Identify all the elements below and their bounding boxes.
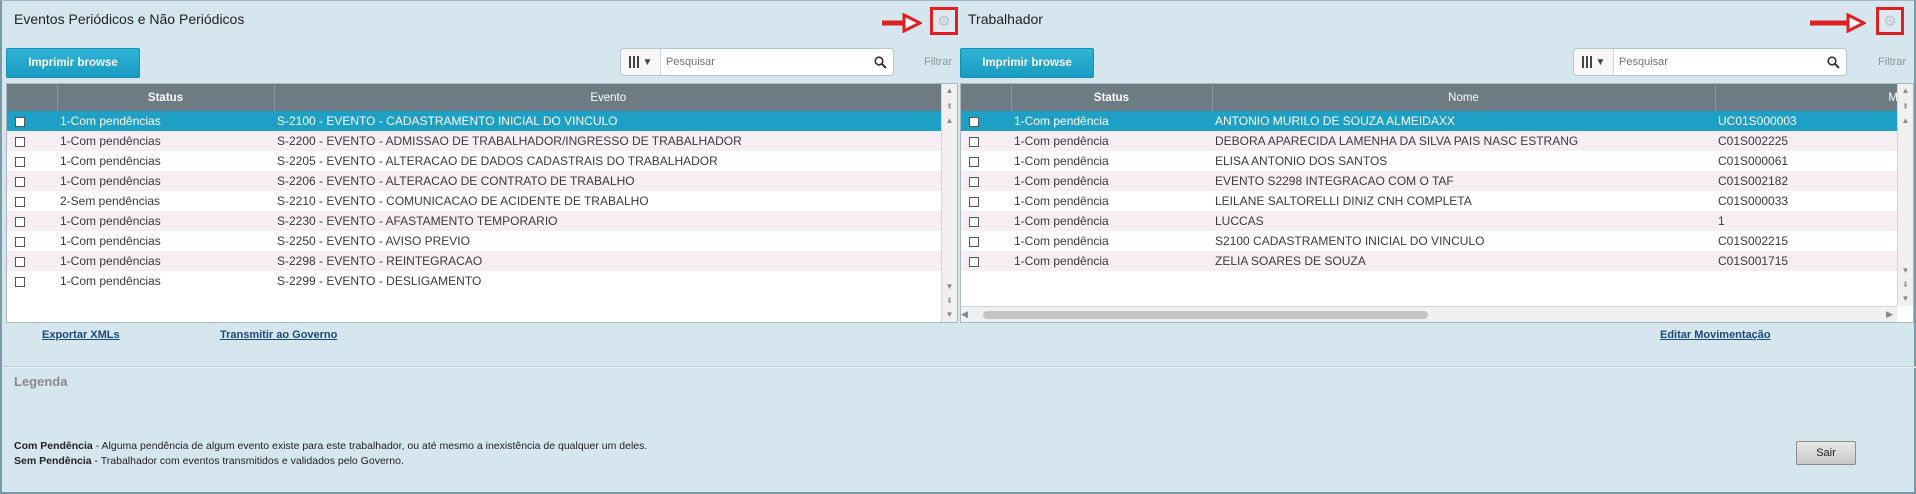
row-checkbox[interactable]	[969, 156, 979, 167]
table-row[interactable]: 1-Com pendência ELISA ANTONIO DOS SANTOS C…	[961, 151, 1913, 171]
right-search-box: ▼	[1573, 48, 1847, 76]
left-config-gear-icon[interactable]: ⚙	[930, 7, 958, 35]
right-config-gear-icon[interactable]: ⚙	[1876, 7, 1904, 35]
left-panel-title: Eventos Periódicos e Não Periódicos	[14, 11, 245, 27]
right-header-status[interactable]: Status	[1011, 84, 1213, 111]
table-row[interactable]: 1-Com pendência LEILANE SALTORELLI DINIZ …	[961, 191, 1913, 211]
left-filter-label[interactable]: Filtrar	[924, 56, 952, 68]
table-row[interactable]: 1-Com pendência EVENTO S2298 INTEGRACAO C…	[961, 171, 1913, 191]
table-row[interactable]: 1-Com pendência DEBORA APARECIDA LAMENHA …	[961, 131, 1913, 151]
row-checkbox[interactable]	[969, 236, 979, 247]
right-header-nome[interactable]: Nome	[1212, 84, 1716, 111]
row-checkbox[interactable]	[15, 276, 25, 287]
columns-icon[interactable]: ▼	[1574, 49, 1614, 75]
row-checkbox[interactable]	[15, 236, 25, 247]
right-header-check	[961, 84, 1012, 111]
right-print-browse-button[interactable]: Imprimir browse	[960, 48, 1094, 78]
right-vertical-scrollbar[interactable]: ▲ ⇞ ▲ ▼ ⇟ ▼	[1897, 84, 1913, 306]
divider	[4, 366, 1916, 368]
columns-icon[interactable]: ▼	[621, 49, 661, 75]
right-workers-grid: Status Nome M 1-Com pendência ANTONIO MUR…	[960, 83, 1914, 323]
row-checkbox[interactable]	[15, 256, 25, 267]
right-filter-label[interactable]: Filtrar	[1878, 56, 1906, 68]
row-checkbox[interactable]	[15, 216, 25, 227]
table-row[interactable]: 1-Com pendências S-2298 - EVENTO - REINTE…	[7, 251, 943, 271]
row-checkbox[interactable]	[969, 116, 979, 127]
left-search-box: ▼	[620, 48, 894, 76]
table-row[interactable]: 1-Com pendências S-2200 - EVENTO - ADMISS…	[7, 131, 943, 151]
row-checkbox[interactable]	[969, 256, 979, 267]
legend-title: Legenda	[14, 374, 68, 389]
row-checkbox[interactable]	[969, 196, 979, 207]
row-checkbox[interactable]	[15, 196, 25, 207]
search-icon[interactable]	[867, 55, 893, 69]
horizontal-scroll-thumb[interactable]	[983, 311, 1428, 319]
row-checkbox[interactable]	[969, 216, 979, 227]
right-search-input[interactable]	[1614, 49, 1820, 75]
row-checkbox[interactable]	[15, 176, 25, 187]
table-row[interactable]: 1-Com pendência ZELIA SOARES DE SOUZA C01S…	[961, 251, 1913, 271]
table-row[interactable]: 1-Com pendência S2100 CADASTRAMENTO INICI…	[961, 231, 1913, 251]
table-row[interactable]: 1-Com pendência LUCCAS 1	[961, 211, 1913, 231]
table-row[interactable]: 1-Com pendências S-2206 - EVENTO - ALTERA…	[7, 171, 943, 191]
right-header-matricula[interactable]: M	[1715, 84, 1913, 111]
table-row[interactable]: 1-Com pendências S-2205 - EVENTO - ALTERA…	[7, 151, 943, 171]
legend-com-pendencia: Com Pendência - Alguma pendência de algu…	[14, 440, 648, 452]
left-header-status[interactable]: Status	[57, 84, 275, 111]
left-header-check	[7, 84, 58, 111]
left-header-evento[interactable]: Evento	[274, 84, 943, 111]
table-row[interactable]: 2-Sem pendências S-2210 - EVENTO - COMUNI…	[7, 191, 943, 211]
left-search-input[interactable]	[661, 49, 867, 75]
left-events-grid: Status Evento 1-Com pendências S-2100 - E…	[6, 83, 958, 323]
export-xml-link[interactable]: Exportar XMLs	[42, 329, 120, 341]
red-arrow-annotation-right	[1810, 13, 1866, 33]
edit-movement-link[interactable]: Editar Movimentação	[1660, 329, 1771, 341]
red-arrow-annotation-left	[882, 13, 922, 33]
table-row[interactable]: 1-Com pendências S-2100 - EVENTO - CADAST…	[7, 111, 943, 131]
table-row[interactable]: 1-Com pendências S-2299 - EVENTO - DESLIG…	[7, 271, 943, 291]
legend-sem-pendencia: Sem Pendência - Trabalhador com eventos …	[14, 455, 404, 467]
table-row[interactable]: 1-Com pendências S-2230 - EVENTO - AFASTA…	[7, 211, 943, 231]
row-checkbox[interactable]	[969, 136, 979, 147]
right-horizontal-scrollbar[interactable]: ◀ ▶	[961, 306, 1897, 322]
transmit-government-link[interactable]: Transmitir ao Governo	[220, 329, 337, 341]
search-icon[interactable]	[1820, 55, 1846, 69]
right-panel-title: Trabalhador	[968, 11, 1043, 27]
left-print-browse-button[interactable]: Imprimir browse	[6, 48, 140, 78]
main-window: Eventos Periódicos e Não Periódicos ⚙ Im…	[0, 0, 1916, 494]
row-checkbox[interactable]	[15, 116, 25, 127]
row-checkbox[interactable]	[15, 156, 25, 167]
left-vertical-scrollbar[interactable]: ▲ ⇞ ▲ ▼ ⇟ ▼	[941, 84, 957, 322]
table-row[interactable]: 1-Com pendências S-2250 - EVENTO - AVISO …	[7, 231, 943, 251]
row-checkbox[interactable]	[15, 136, 25, 147]
row-checkbox[interactable]	[969, 176, 979, 187]
exit-button[interactable]: Sair	[1796, 441, 1856, 465]
table-row[interactable]: 1-Com pendência ANTONIO MURILO DE SOUZA A…	[961, 111, 1913, 131]
